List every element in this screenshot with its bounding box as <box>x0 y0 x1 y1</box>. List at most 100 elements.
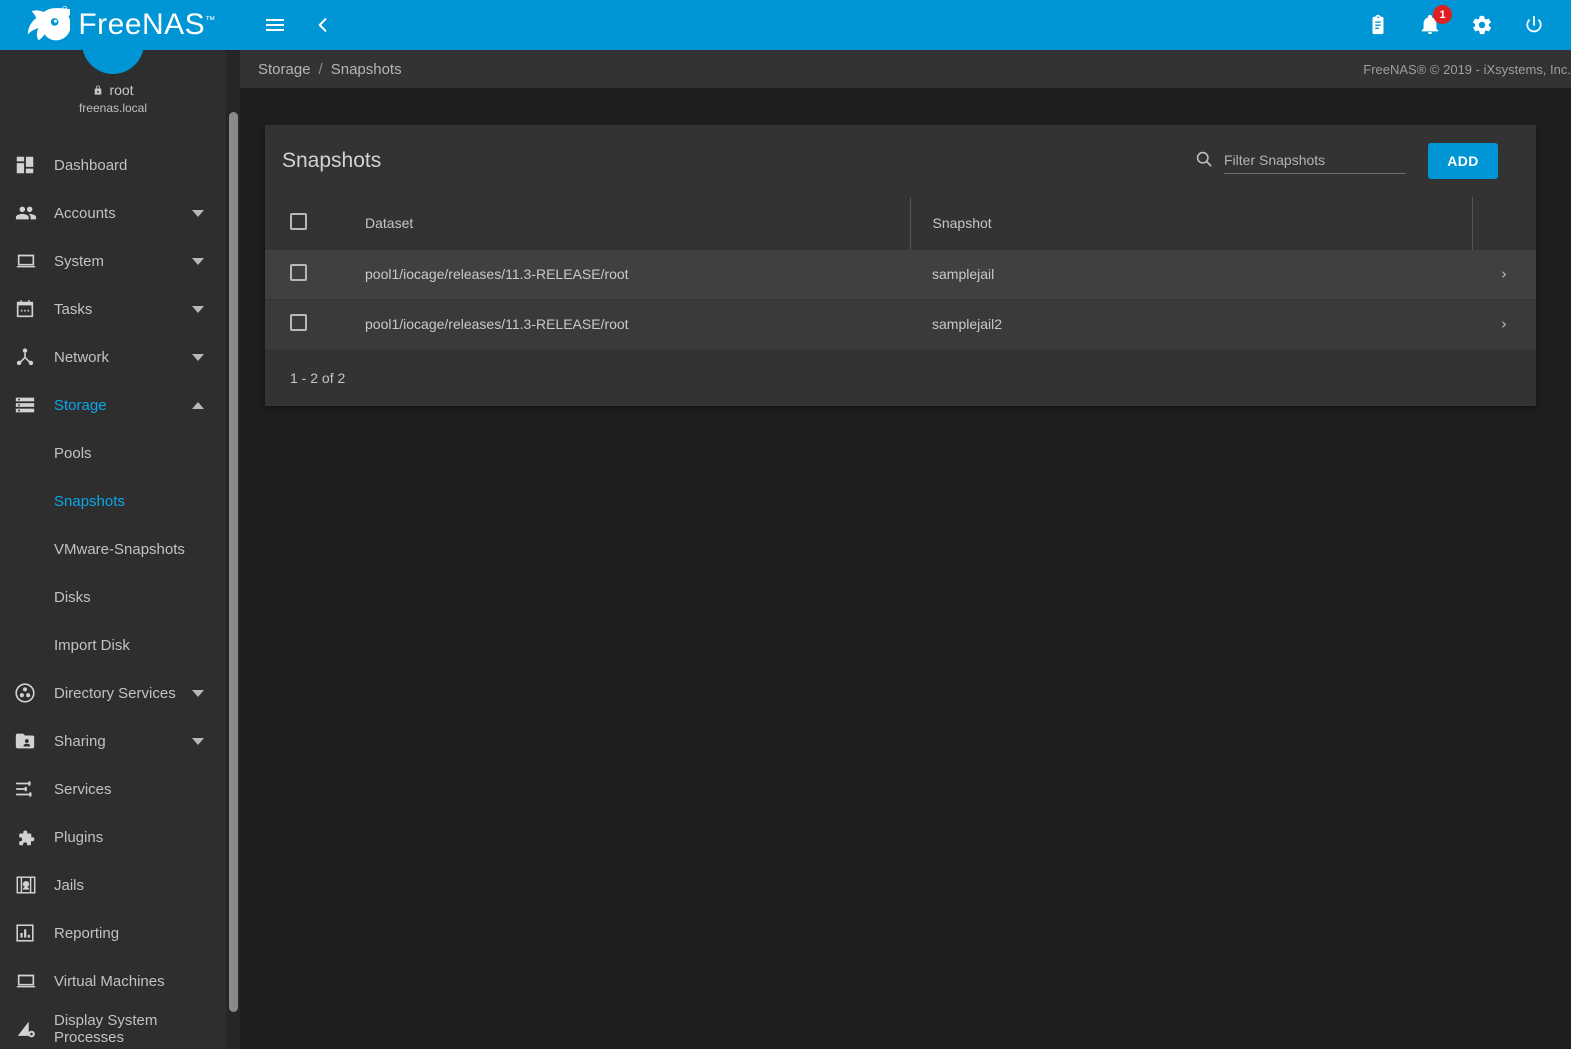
system-icon <box>14 250 54 272</box>
sidebar-subitem-label: Snapshots <box>54 492 125 510</box>
row-snapshot: samplejail2 <box>932 316 1003 333</box>
sidebar-item-snapshots[interactable]: Snapshots <box>0 477 226 525</box>
user-name-row: root <box>0 82 226 98</box>
accounts-icon <box>14 202 54 224</box>
hamburger-menu-icon[interactable] <box>262 12 288 38</box>
gear-icon[interactable] <box>1469 12 1495 38</box>
brand-logo[interactable]: FreeNAS™ <box>0 0 240 50</box>
row-checkbox[interactable] <box>290 264 307 281</box>
copyright-text: FreeNAS® © 2019 - iXsystems, Inc. <box>1363 61 1571 77</box>
sidebar-scrollbar-thumb[interactable] <box>229 112 238 1012</box>
sidebar-item-accounts[interactable]: Accounts <box>0 189 226 237</box>
display-processes-icon <box>14 1018 54 1040</box>
services-sliders-icon <box>14 778 54 800</box>
user-info-block: root freenas.local <box>0 50 226 115</box>
sidebar-item-dashboard[interactable]: Dashboard <box>0 141 226 189</box>
select-all-header <box>265 197 365 249</box>
sidebar-item-import-disk[interactable]: Import Disk <box>0 621 226 669</box>
main-content: Snapshots ADD Dataset Snapshot <box>240 88 1571 1049</box>
sidebar-item-disks[interactable]: Disks <box>0 573 226 621</box>
breadcrumb: Storage / Snapshots FreeNAS® © 2019 - iX… <box>240 50 1571 88</box>
row-dataset: pool1/iocage/releases/11.3-RELEASE/root <box>365 316 629 333</box>
bell-icon[interactable]: 1 <box>1417 5 1452 38</box>
chevron-right-icon[interactable]: › <box>1501 265 1507 283</box>
chevron-down-icon[interactable] <box>192 257 204 265</box>
row-checkbox[interactable] <box>290 314 307 332</box>
sidebar-item-services[interactable]: Services <box>0 765 226 813</box>
sidebar-item-label: Storage <box>54 396 107 414</box>
row-expand-cell[interactable]: › <box>1472 299 1536 349</box>
table-header-row: Dataset Snapshot <box>265 197 1536 249</box>
sidebar-item-display-system-processes[interactable]: Display System Processes <box>0 1005 226 1049</box>
row-snapshot: samplejail <box>932 266 995 282</box>
user-name: root <box>109 82 134 98</box>
chevron-down-icon[interactable] <box>192 737 204 745</box>
select-all-checkbox[interactable] <box>290 212 307 230</box>
table-body: pool1/iocage/releases/11.3-RELEASE/root … <box>265 249 1536 349</box>
sidebar-item-pools[interactable]: Pools <box>0 429 226 477</box>
search-box <box>1194 149 1406 174</box>
puzzle-icon <box>14 826 54 848</box>
sidebar-item-reporting[interactable]: Reporting <box>0 909 226 957</box>
sharing-icon <box>14 730 54 752</box>
brand-wordmark: FreeNAS™ <box>78 8 216 41</box>
table-row[interactable]: pool1/iocage/releases/11.3-RELEASE/root … <box>265 249 1536 299</box>
power-icon[interactable] <box>1521 12 1547 38</box>
chevron-up-icon[interactable] <box>192 401 204 409</box>
chevron-down-icon[interactable] <box>192 305 204 313</box>
search-icon[interactable] <box>1194 149 1214 174</box>
sidebar-subitem-label: Import Disk <box>54 636 130 654</box>
search-input[interactable] <box>1224 149 1406 174</box>
table-pagination: 1 - 2 of 2 <box>265 349 1536 406</box>
sidebar-item-system[interactable]: System <box>0 237 226 285</box>
sidebar-subitem-label: VMware-Snapshots <box>54 540 185 558</box>
sidebar-item-jails[interactable]: Jails <box>0 861 226 909</box>
sidebar-item-tasks[interactable]: Tasks <box>0 285 226 333</box>
pagination-range: 1 - 2 of 2 <box>290 369 346 386</box>
column-header-actions <box>1471 197 1536 249</box>
table-row[interactable]: pool1/iocage/releases/11.3-RELEASE/root … <box>265 299 1536 349</box>
sidebar-item-plugins[interactable]: Plugins <box>0 813 226 861</box>
sidebar-item-vmware-snapshots[interactable]: VMware-Snapshots <box>0 525 226 573</box>
sidebar-item-label: Network <box>54 348 110 366</box>
clipboard-icon[interactable] <box>1365 12 1391 38</box>
row-expand-cell[interactable]: › <box>1472 249 1536 299</box>
jails-icon <box>14 874 54 896</box>
card-toolbar: ADD <box>1194 143 1498 179</box>
column-header-snapshot[interactable]: Snapshot <box>909 197 1472 249</box>
chevron-down-icon[interactable] <box>192 209 204 217</box>
chevron-right-icon[interactable]: › <box>1501 315 1507 333</box>
row-checkbox-cell <box>265 249 365 299</box>
sidebar-navigation: root freenas.local Dashboard Accounts Sy… <box>0 50 240 1049</box>
sidebar-scrollbar[interactable] <box>226 50 240 1049</box>
chevron-down-icon[interactable] <box>192 353 204 361</box>
user-hostname: freenas.local <box>78 101 148 115</box>
sidebar-item-label: Display System Processes <box>54 1012 158 1046</box>
chevron-down-icon[interactable] <box>192 689 204 697</box>
snapshots-table: Dataset Snapshot pool1/iocage/releases/1… <box>265 197 1536 349</box>
sidebar-item-virtual-machines[interactable]: Virtual Machines <box>0 957 226 1005</box>
storage-icon <box>14 394 54 416</box>
chevron-left-icon[interactable] <box>310 12 336 38</box>
add-button[interactable]: ADD <box>1428 143 1498 179</box>
sidebar-item-directory-services[interactable]: Directory Services <box>0 669 226 717</box>
sidebar-item-label: Plugins <box>54 828 104 846</box>
column-header-dataset[interactable]: Dataset <box>365 197 910 249</box>
nav-list: Dashboard Accounts System Tasks Network … <box>0 141 226 1049</box>
sidebar-item-network[interactable]: Network <box>0 333 226 381</box>
breadcrumb-item-storage[interactable]: Storage <box>250 61 319 78</box>
reporting-chart-icon <box>14 922 54 944</box>
sidebar-item-label: Reporting <box>54 924 120 942</box>
avatar <box>82 50 144 74</box>
row-checkbox-cell <box>265 299 365 349</box>
directory-services-icon <box>14 682 54 704</box>
breadcrumb-item-snapshots[interactable]: Snapshots <box>323 61 410 78</box>
sidebar-item-label: System <box>54 252 105 270</box>
sidebar-item-storage[interactable]: Storage <box>0 381 226 429</box>
sidebar-item-label: Tasks <box>54 300 93 318</box>
freenas-fish-logo-icon <box>28 5 71 41</box>
dashboard-icon <box>14 154 54 176</box>
sidebar-item-sharing[interactable]: Sharing <box>0 717 226 765</box>
calendar-icon <box>14 298 54 320</box>
page-title: Snapshots <box>282 149 382 172</box>
